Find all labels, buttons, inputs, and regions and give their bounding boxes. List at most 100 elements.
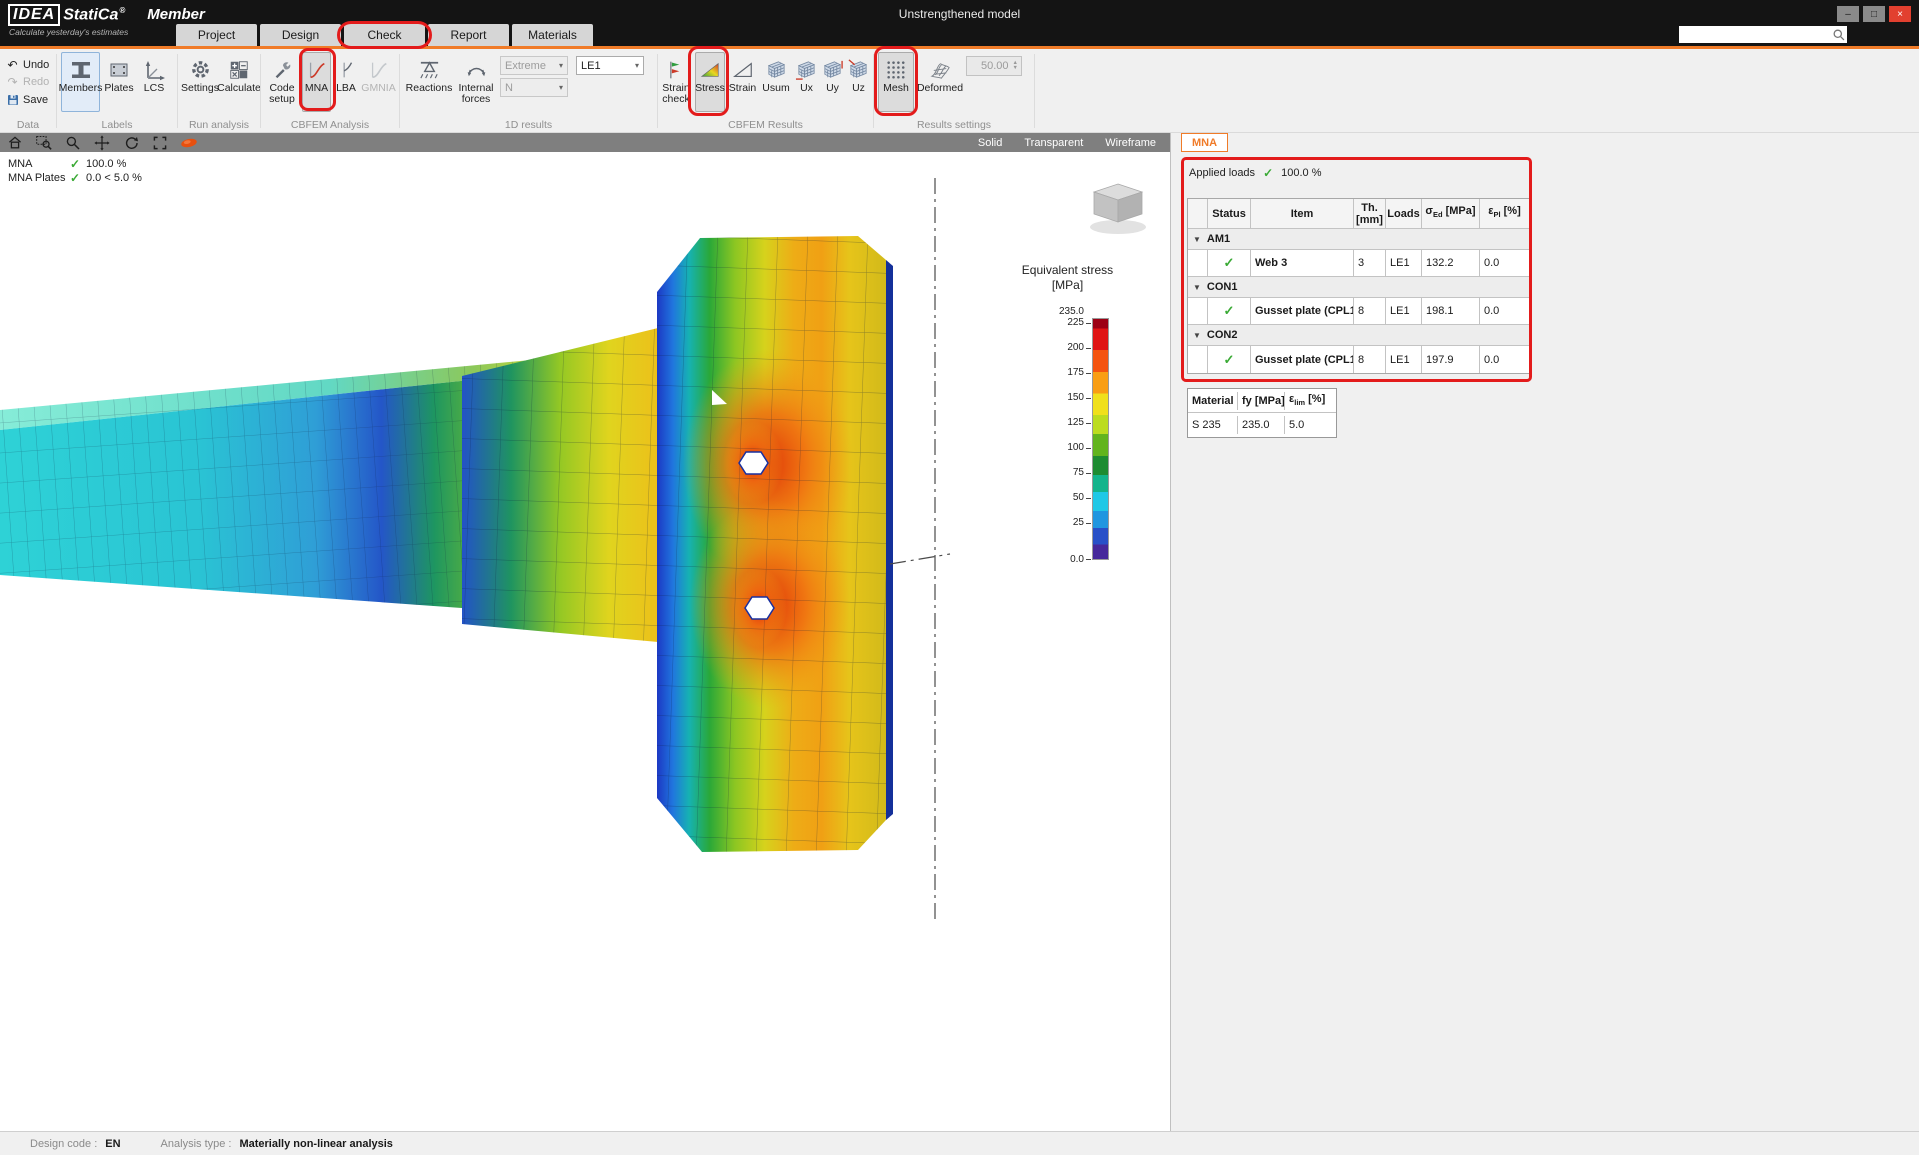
table-row[interactable]: ✓ Gusset plate (CPL1a) 8 LE1 197.9 0.0: [1188, 346, 1529, 373]
check-icon: ✓: [70, 157, 86, 171]
tab-report[interactable]: Report: [428, 24, 509, 46]
uz-button[interactable]: Uz: [846, 52, 871, 112]
save-button[interactable]: Save: [0, 92, 56, 107]
load-case-dropdown[interactable]: LE1▾: [576, 56, 644, 75]
strain-check-button[interactable]: Strain check: [659, 52, 693, 112]
member-axis-line: [890, 178, 950, 922]
check-icon: ✓: [1263, 166, 1273, 180]
members-button[interactable]: Members: [61, 52, 100, 112]
settings-button[interactable]: Settings: [181, 52, 219, 112]
view-compass-icon[interactable]: [1090, 184, 1146, 234]
plates-button[interactable]: Plates: [102, 52, 136, 112]
zoom-window-icon[interactable]: [29, 133, 58, 152]
mode-solid[interactable]: Solid: [978, 137, 1002, 149]
reactions-button[interactable]: Reactions: [406, 52, 452, 112]
group-row-con1[interactable]: ▼ CON1: [1188, 277, 1529, 298]
cell-item: Web 3: [1251, 250, 1354, 276]
model-viewport[interactable]: MNA ✓ 100.0 % MNA Plates ✓ 0.0 < 5.0 % E…: [0, 152, 1170, 1131]
usum-cube-icon: [765, 56, 788, 83]
tab-mna-results[interactable]: MNA: [1181, 133, 1228, 152]
tab-materials[interactable]: Materials: [512, 24, 593, 46]
header-thickness: Th.[mm]: [1354, 199, 1386, 228]
gmnia-curve-icon: [368, 56, 390, 83]
table-row[interactable]: ✓ Web 3 3 LE1 132.2 0.0: [1188, 250, 1529, 277]
mesh-button[interactable]: Mesh: [878, 52, 914, 112]
minimize-button[interactable]: –: [1837, 6, 1859, 22]
design-code-label: Design code :: [30, 1138, 97, 1150]
home-view-icon[interactable]: [0, 133, 29, 152]
chevron-down-icon: ▾: [559, 83, 563, 92]
legend-tick: 235.0: [1036, 306, 1084, 317]
stiffener-zone[interactable]: [462, 328, 658, 642]
ribbon-tabs: Project Design Check Report Materials: [176, 24, 593, 46]
analysis-status-overlay: MNA ✓ 100.0 % MNA Plates ✓ 0.0 < 5.0 %: [8, 157, 142, 185]
gusset-plate[interactable]: [657, 236, 893, 852]
group-results-settings: Mesh Deformed 50.00 ▲▼ Results settings: [874, 49, 1034, 133]
collapse-triangle-icon[interactable]: ▼: [1193, 235, 1201, 244]
status-label: MNA: [8, 158, 70, 170]
cell-strain: 0.0: [1480, 250, 1529, 276]
uy-button[interactable]: Uy: [820, 52, 845, 112]
status-value: 0.0 < 5.0 %: [86, 172, 142, 184]
collapse-triangle-icon[interactable]: ▼: [1193, 283, 1201, 292]
tab-project[interactable]: Project: [176, 24, 257, 46]
usum-button[interactable]: Usum: [760, 52, 792, 112]
pan-icon[interactable]: [87, 133, 116, 152]
cell-thickness: 8: [1354, 346, 1386, 373]
status-check-icon: ✓: [1208, 250, 1251, 276]
fem-model-scene[interactable]: [0, 152, 1170, 1131]
maximize-button[interactable]: □: [1863, 6, 1885, 22]
tab-check[interactable]: Check: [344, 24, 425, 46]
header-status: Status: [1208, 199, 1251, 228]
stress-button[interactable]: Stress: [695, 52, 725, 112]
material-row[interactable]: S 235 235.0 5.0: [1188, 413, 1336, 437]
status-row-mna-plates: MNA Plates ✓ 0.0 < 5.0 %: [8, 171, 142, 184]
lba-button[interactable]: LBA: [333, 52, 359, 112]
group-1d-results: Reactions Internal forces Extreme▾ N▾ LE…: [400, 49, 657, 133]
group-row-am1[interactable]: ▼ AM1: [1188, 229, 1529, 250]
cell-sigma: 197.9: [1422, 346, 1480, 373]
code-setup-button[interactable]: Code setup: [264, 52, 300, 112]
cell-item: Gusset plate (CPL1a): [1251, 298, 1354, 324]
search-input[interactable]: [1679, 27, 1829, 42]
ux-cube-icon: [795, 56, 818, 83]
mna-button[interactable]: MNA: [302, 52, 331, 112]
lcs-button[interactable]: LCS: [138, 52, 170, 112]
calculate-button[interactable]: Calculate: [220, 52, 258, 112]
cell-sigma: 132.2: [1422, 250, 1480, 276]
close-button[interactable]: ×: [1889, 6, 1911, 22]
analysis-type-label: Analysis type :: [161, 1138, 232, 1150]
cell-loads: LE1: [1386, 346, 1422, 373]
table-row[interactable]: ✓ Gusset plate (CPL1a) 8 LE1 198.1 0.0: [1188, 298, 1529, 325]
reactions-icon: [418, 56, 441, 83]
group-row-con2[interactable]: ▼ CON2: [1188, 325, 1529, 346]
group-divider: [1034, 54, 1035, 128]
mode-transparent[interactable]: Transparent: [1024, 137, 1083, 149]
cell-loads: LE1: [1386, 250, 1422, 276]
zoom-icon[interactable]: [58, 133, 87, 152]
rotate-view-icon[interactable]: [116, 133, 145, 152]
window-title: Unstrengthened model: [0, 7, 1919, 21]
header-strain: εPl [%]: [1480, 199, 1529, 228]
legend-tickmark: [1086, 559, 1091, 560]
internal-forces-button[interactable]: Internal forces: [454, 52, 498, 112]
legend-tick: 175: [1036, 367, 1084, 378]
header-sigma: σEd [MPa]: [1422, 199, 1480, 228]
status-label: MNA Plates: [8, 172, 70, 184]
group-cbfem-results: Strain check Stress Strain Usum Ux Uy Uz…: [658, 49, 873, 133]
collapse-triangle-icon[interactable]: ▼: [1193, 331, 1201, 340]
ux-button[interactable]: Ux: [794, 52, 819, 112]
deformed-button[interactable]: Deformed: [916, 52, 964, 112]
tab-design[interactable]: Design: [260, 24, 341, 46]
legend-tickmark: [1086, 423, 1091, 424]
strain-button[interactable]: Strain: [727, 52, 758, 112]
header-eps-lim: εlim [%]: [1285, 390, 1336, 410]
cell-sigma: 198.1: [1422, 298, 1480, 324]
group-caption-cbfem-analysis: CBFEM Analysis: [261, 119, 399, 131]
search-box: [1679, 26, 1847, 43]
fit-to-screen-icon[interactable]: [145, 133, 174, 152]
mode-wireframe[interactable]: Wireframe: [1105, 137, 1156, 149]
redo-icon: ↷: [6, 76, 19, 88]
render-style-icon[interactable]: [174, 133, 203, 152]
undo-button[interactable]: ↶Undo: [0, 57, 56, 72]
